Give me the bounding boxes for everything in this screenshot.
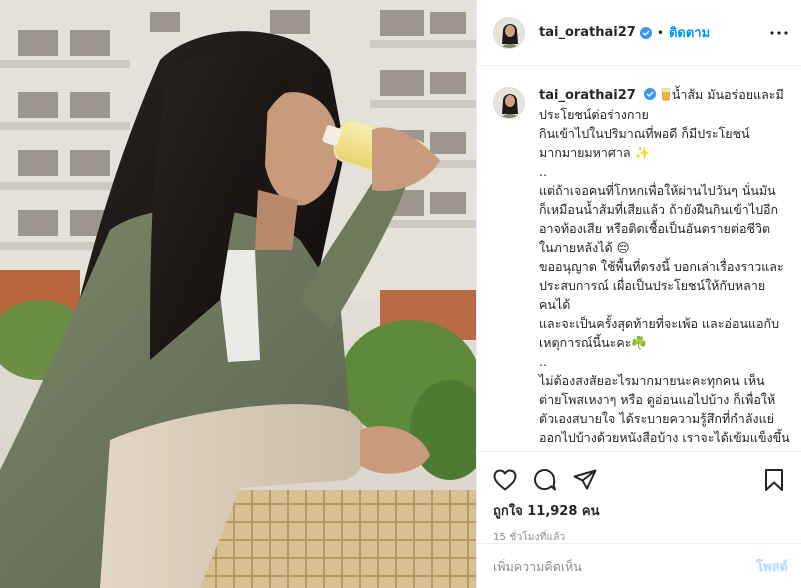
caption-line-19: ออกไปบ้างด้วยหนังสือบ้าง เราจะได้เข้มแข็…	[539, 430, 790, 445]
share-button[interactable]	[571, 466, 599, 494]
caption-line-17: ต่ายโพสเหงาๆ หรือ ดูอ่อนแอไปบ้าง ก็เพื่อ…	[539, 392, 776, 407]
likes-count[interactable]: ถูกใจ 11,928 คน	[491, 500, 788, 521]
caption-line-15: ..	[539, 354, 547, 369]
post-username[interactable]: tai_orathai27	[539, 25, 636, 40]
caption: tai_orathai27 น้ำส้ม มันอร่อยและมี ประโย…	[493, 85, 794, 447]
caption-line-12: คนได้	[539, 297, 571, 312]
caption-line-16: ไม่ต้องสงสัยอะไรมากมายนะคะทุกคน เห็น	[539, 373, 765, 388]
comments-section[interactable]: tai_orathai27 น้ำส้ม มันอร่อยและมี ประโย…	[477, 67, 801, 451]
juice-glass-icon	[661, 88, 671, 101]
action-icons	[491, 460, 788, 500]
separator-dot: •	[656, 25, 664, 40]
avatar[interactable]	[493, 16, 525, 49]
caption-line-1: ประโยชน์ต่อร่างกาย	[539, 107, 649, 122]
follow-button[interactable]: ติดตาม	[669, 22, 710, 43]
post-header: tai_orathai27 • ติดตาม	[477, 0, 801, 66]
caption-line-3: มากมายมหาศาล ✨	[539, 145, 651, 160]
heart-icon	[493, 469, 517, 491]
verified-badge-icon	[639, 26, 652, 39]
paper-plane-icon	[573, 469, 597, 490]
caption-line-4: ..	[539, 164, 547, 179]
caption-text: tai_orathai27 น้ำส้ม มันอร่อยและมี ประโย…	[539, 85, 794, 447]
comment-bubble-icon	[534, 469, 556, 491]
post-detail-panel: tai_orathai27 • ติดตาม tai_orathai27 น้ำ…	[476, 0, 801, 588]
caption-line-8: ในภายหลังได้ 😔	[539, 240, 630, 255]
bookmark-icon	[765, 469, 783, 491]
caption-line-18: ตัวเองสบายใจ ได้ระบายความรู้สึกที่กำลังแ…	[539, 411, 774, 426]
post-photo[interactable]	[0, 0, 476, 588]
save-button[interactable]	[760, 466, 788, 494]
caption-line-10: ขออนุญาต ใช้พื้นที่ตรงนี้ บอกเล่าเรื่องร…	[539, 259, 784, 274]
caption-line-13: และจะเป็นครั้งสุดท้ายที่จะเพ้อ และอ่อนแอ…	[539, 316, 780, 331]
caption-line-14: เหตุการณ์นี้นะคะ☘️	[539, 335, 647, 350]
caption-line-5: แต่ถ้าเจอคนที่โกหกเพื่อให้ผ่านไปวันๆ นั่…	[539, 183, 776, 198]
caption-line-7: อาจท้องเสีย หรือติดเชื้อเป็นอันตรายต่อชี…	[539, 221, 771, 236]
verified-badge-icon	[643, 88, 656, 100]
caption-line: tai_orathai27 น้ำส้ม มันอร่อยและมี	[539, 85, 794, 105]
caption-line-0: น้ำส้ม มันอร่อยและมี	[671, 87, 784, 102]
more-options-button[interactable]	[768, 22, 790, 44]
post-image	[0, 0, 476, 588]
more-horizontal-icon	[770, 31, 788, 35]
caption-line-6: ก็เหมือนน้ำส้มที่เสียแล้ว ถ้ายังฝืนกินเข…	[539, 202, 779, 217]
comment-button[interactable]	[531, 466, 559, 494]
caption-username[interactable]: tai_orathai27	[539, 88, 636, 103]
action-bar: ถูกใจ 11,928 คน 15 ชั่วโมงที่แล้ว	[477, 451, 801, 543]
add-comment-box: โพสต์	[477, 543, 801, 588]
comment-input[interactable]	[493, 558, 757, 574]
caption-avatar[interactable]	[493, 87, 525, 119]
caption-line-2: กินเข้าไปในปริมาณที่พอดี ก็มีประโยชน์	[539, 126, 750, 141]
post-comment-button[interactable]: โพสต์	[756, 556, 788, 577]
caption-line-11: ประสบการณ์ เผื่อเป็นประโยชน์ให้กับหลาย	[539, 278, 766, 293]
like-button[interactable]	[491, 466, 519, 494]
